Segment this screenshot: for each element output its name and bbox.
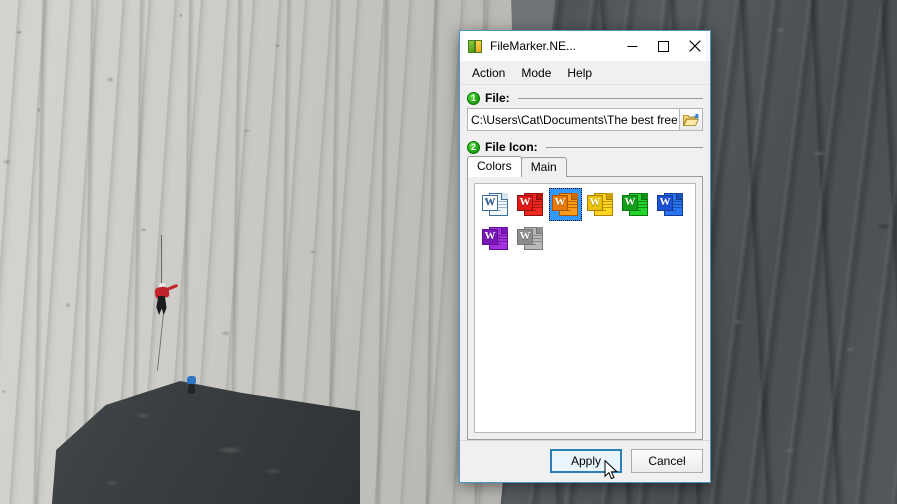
window-title: FileMarker.NE... [490, 39, 577, 53]
climber-legs [156, 296, 167, 315]
word-doc-blue-icon: W [657, 192, 684, 218]
tab-main[interactable]: Main [520, 157, 567, 177]
word-doc-white-icon: W [482, 192, 509, 218]
filemarker-logo-icon [468, 38, 484, 54]
menu-item-mode[interactable]: Mode [513, 63, 559, 83]
file-group-label: File: [485, 91, 510, 105]
doc-page-fold [501, 226, 508, 234]
doc-word-letter: W [482, 194, 498, 211]
climbing-rope-upper [161, 235, 162, 287]
doc-page-fold [501, 192, 508, 200]
window-controls [617, 31, 710, 61]
logo-right-square [475, 40, 482, 53]
minimize-button[interactable] [617, 31, 648, 61]
close-icon [688, 40, 701, 52]
climber-figure-blue [186, 376, 198, 394]
mouse-pointer [604, 459, 618, 481]
word-doc-purple-icon: W [482, 226, 509, 252]
icon-option-word-doc-white[interactable]: W [479, 188, 512, 221]
doc-word-letter: W [622, 194, 638, 211]
icon-option-word-doc-orange[interactable]: W [549, 188, 582, 221]
file-icon-group-label: File Icon: [485, 140, 538, 154]
step-2-badge: 2 [467, 140, 480, 154]
doc-page-fold [536, 226, 543, 234]
tab-colors[interactable]: Colors [467, 156, 522, 177]
open-folder-icon [683, 113, 699, 126]
desktop-wallpaper: FileMarker.NE... Action Mode Help 1 File… [0, 0, 897, 504]
word-doc-orange-icon: W [552, 192, 579, 218]
doc-word-letter: W [552, 194, 568, 211]
mouse-pointer-icon [604, 459, 618, 480]
icon-option-word-doc-purple[interactable]: W [479, 222, 512, 255]
file-icon-group-header: 2 File Icon: [467, 140, 703, 154]
window-titlebar[interactable]: FileMarker.NE... [460, 31, 710, 61]
menu-bar: Action Mode Help [460, 61, 710, 85]
icon-gallery-list[interactable]: WWWWWWWW [474, 183, 696, 433]
icon-option-word-doc-blue[interactable]: W [654, 188, 687, 221]
doc-page-fold [676, 192, 683, 200]
menu-item-help[interactable]: Help [559, 63, 600, 83]
doc-word-letter: W [482, 228, 498, 245]
logo-left-square [468, 40, 475, 53]
icon-option-word-doc-gray[interactable]: W [514, 222, 547, 255]
doc-word-letter: W [517, 228, 533, 245]
doc-page-fold [606, 192, 613, 200]
doc-word-letter: W [517, 194, 533, 211]
file-group-divider [517, 97, 703, 99]
step-1-badge: 1 [467, 91, 480, 105]
word-doc-yellow-icon: W [587, 192, 614, 218]
minimize-icon [627, 45, 638, 47]
filemarker-window[interactable]: FileMarker.NE... Action Mode Help 1 File… [459, 30, 711, 483]
word-doc-red-icon: W [517, 192, 544, 218]
icon-option-word-doc-red[interactable]: W [514, 188, 547, 221]
doc-page-fold [641, 192, 648, 200]
icon-tab-panel: WWWWWWWW [467, 176, 703, 440]
file-group-header: 1 File: [467, 91, 703, 105]
maximize-button[interactable] [648, 31, 679, 61]
word-doc-green-icon: W [622, 192, 649, 218]
dialog-footer: Apply Cancel [460, 440, 710, 482]
maximize-icon [658, 40, 669, 52]
close-button[interactable] [679, 31, 710, 61]
doc-page-fold [571, 192, 578, 200]
file-path-input[interactable] [468, 109, 679, 130]
icon-tabstrip: Colors Main [467, 156, 703, 177]
menu-item-action[interactable]: Action [464, 63, 513, 83]
doc-word-letter: W [587, 194, 603, 211]
doc-word-letter: W [657, 194, 673, 211]
browse-file-button[interactable] [679, 109, 702, 130]
doc-page-fold [536, 192, 543, 200]
word-doc-gray-icon: W [517, 226, 544, 252]
window-content: 1 File: 2 File Icon: [460, 85, 710, 440]
cancel-button[interactable]: Cancel [631, 449, 703, 473]
belayer-legs [188, 384, 195, 394]
file-path-row[interactable] [467, 108, 703, 131]
icon-option-word-doc-yellow[interactable]: W [584, 188, 617, 221]
icon-option-word-doc-green[interactable]: W [619, 188, 652, 221]
file-icon-group-divider [545, 146, 703, 148]
climber-figure-red [152, 235, 179, 371]
